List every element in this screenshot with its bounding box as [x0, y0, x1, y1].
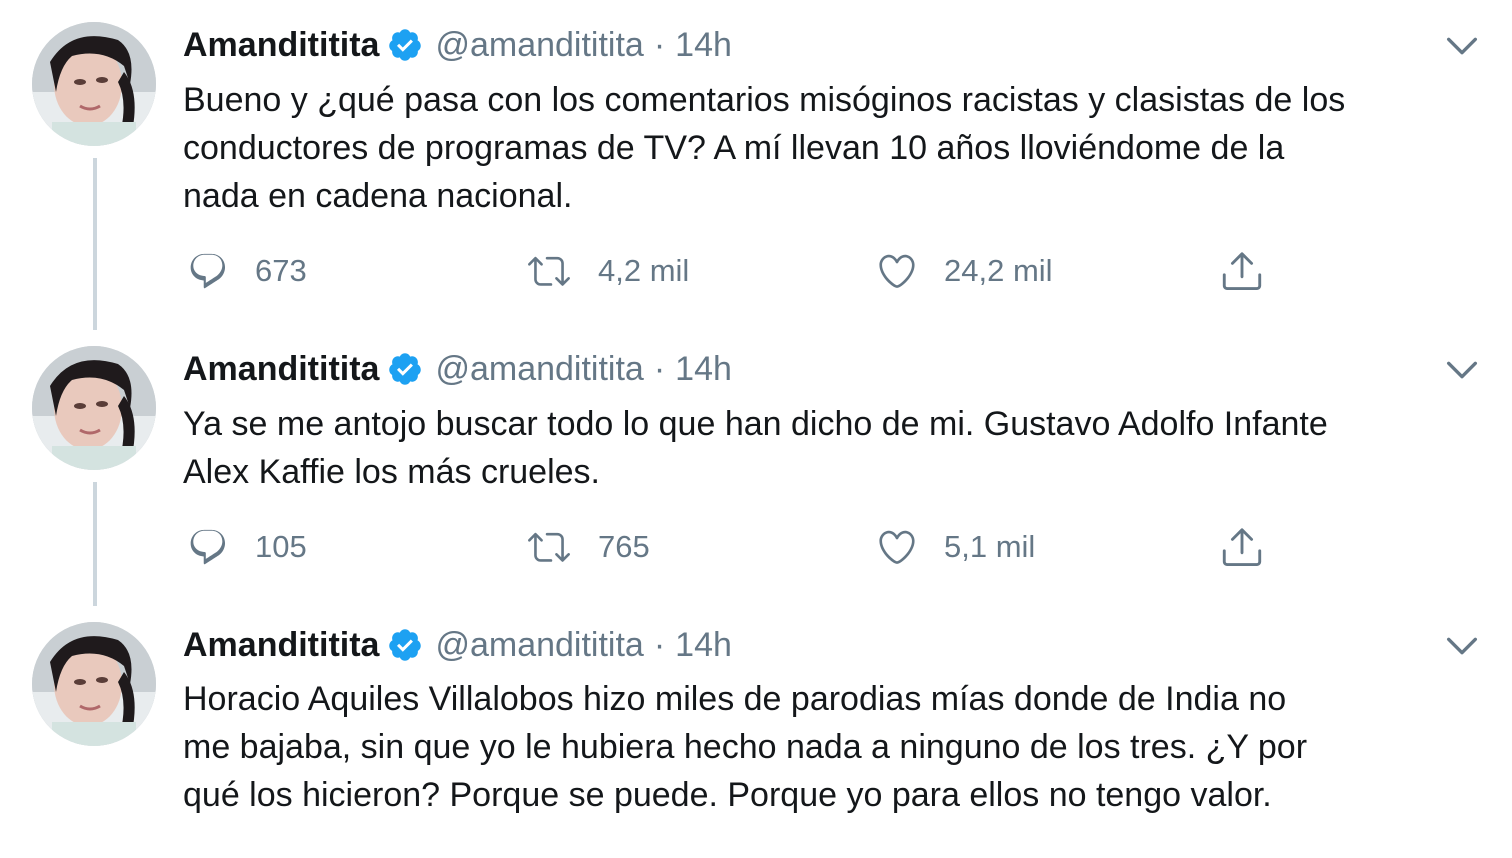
retweet-icon — [528, 256, 570, 286]
reply-button[interactable]: 105 — [187, 522, 307, 572]
retweet-icon — [528, 532, 570, 562]
chevron-down-icon[interactable] — [1442, 626, 1482, 666]
separator-dot: · — [653, 625, 666, 664]
like-button[interactable]: 24,2 mil — [876, 246, 1053, 296]
share-icon — [1222, 528, 1262, 567]
avatar[interactable] — [32, 346, 156, 470]
display-name[interactable]: Amandititita — [183, 350, 379, 389]
retweet-count: 765 — [598, 529, 650, 564]
reply-icon — [190, 529, 226, 565]
tweet-actions: 105 765 5,1 mil — [183, 522, 1283, 572]
verified-badge-icon — [389, 353, 422, 385]
verified-badge-icon — [389, 29, 422, 61]
heart-icon — [879, 530, 915, 564]
avatar[interactable] — [32, 22, 156, 146]
share-icon — [1222, 252, 1262, 291]
retweet-button[interactable]: 765 — [526, 522, 650, 572]
like-count: 24,2 mil — [944, 253, 1053, 288]
retweet-button[interactable]: 4,2 mil — [526, 246, 689, 296]
handle[interactable]: @amandititita — [435, 26, 643, 65]
tweet-text: Ya se me antojo buscar todo lo que han d… — [183, 405, 1328, 491]
like-button[interactable]: 5,1 mil — [876, 522, 1035, 572]
share-button[interactable] — [1219, 522, 1291, 572]
chevron-down-icon[interactable] — [1442, 350, 1482, 390]
avatar[interactable] — [32, 622, 156, 746]
handle[interactable]: @amandititita — [435, 350, 643, 389]
timestamp[interactable]: 14h — [675, 26, 732, 65]
heart-icon — [879, 254, 915, 288]
tweet-header: Amandititita @amandititita · 14h — [183, 20, 732, 70]
reply-count: 673 — [255, 253, 307, 288]
thread-line — [93, 158, 97, 330]
tweet-actions: 673 4,2 mil 24,2 mil — [183, 246, 1283, 296]
reply-count: 105 — [255, 529, 307, 564]
verified-badge-icon — [389, 629, 422, 661]
tweet-text: Horacio Aquiles Villalobos hizo miles de… — [183, 680, 1308, 814]
chevron-down-icon[interactable] — [1442, 26, 1482, 66]
reply-button[interactable]: 673 — [187, 246, 307, 296]
tweet-header: Amandititita @amandititita · 14h — [183, 344, 732, 394]
separator-dot: · — [653, 25, 666, 64]
handle[interactable]: @amandititita — [435, 626, 643, 665]
tweet-header: Amandititita @amandititita · 14h — [183, 620, 732, 670]
display-name[interactable]: Amandititita — [183, 26, 379, 65]
timestamp[interactable]: 14h — [675, 350, 732, 389]
display-name[interactable]: Amandititita — [183, 626, 379, 665]
tweet-text: Bueno y ¿qué pasa con los comentarios mi… — [183, 81, 1346, 215]
separator-dot: · — [653, 349, 666, 388]
reply-icon — [190, 253, 226, 289]
share-button[interactable] — [1219, 246, 1291, 296]
timestamp[interactable]: 14h — [675, 626, 732, 665]
thread-line — [93, 482, 97, 606]
retweet-count: 4,2 mil — [598, 253, 690, 288]
like-count: 5,1 mil — [944, 529, 1036, 564]
